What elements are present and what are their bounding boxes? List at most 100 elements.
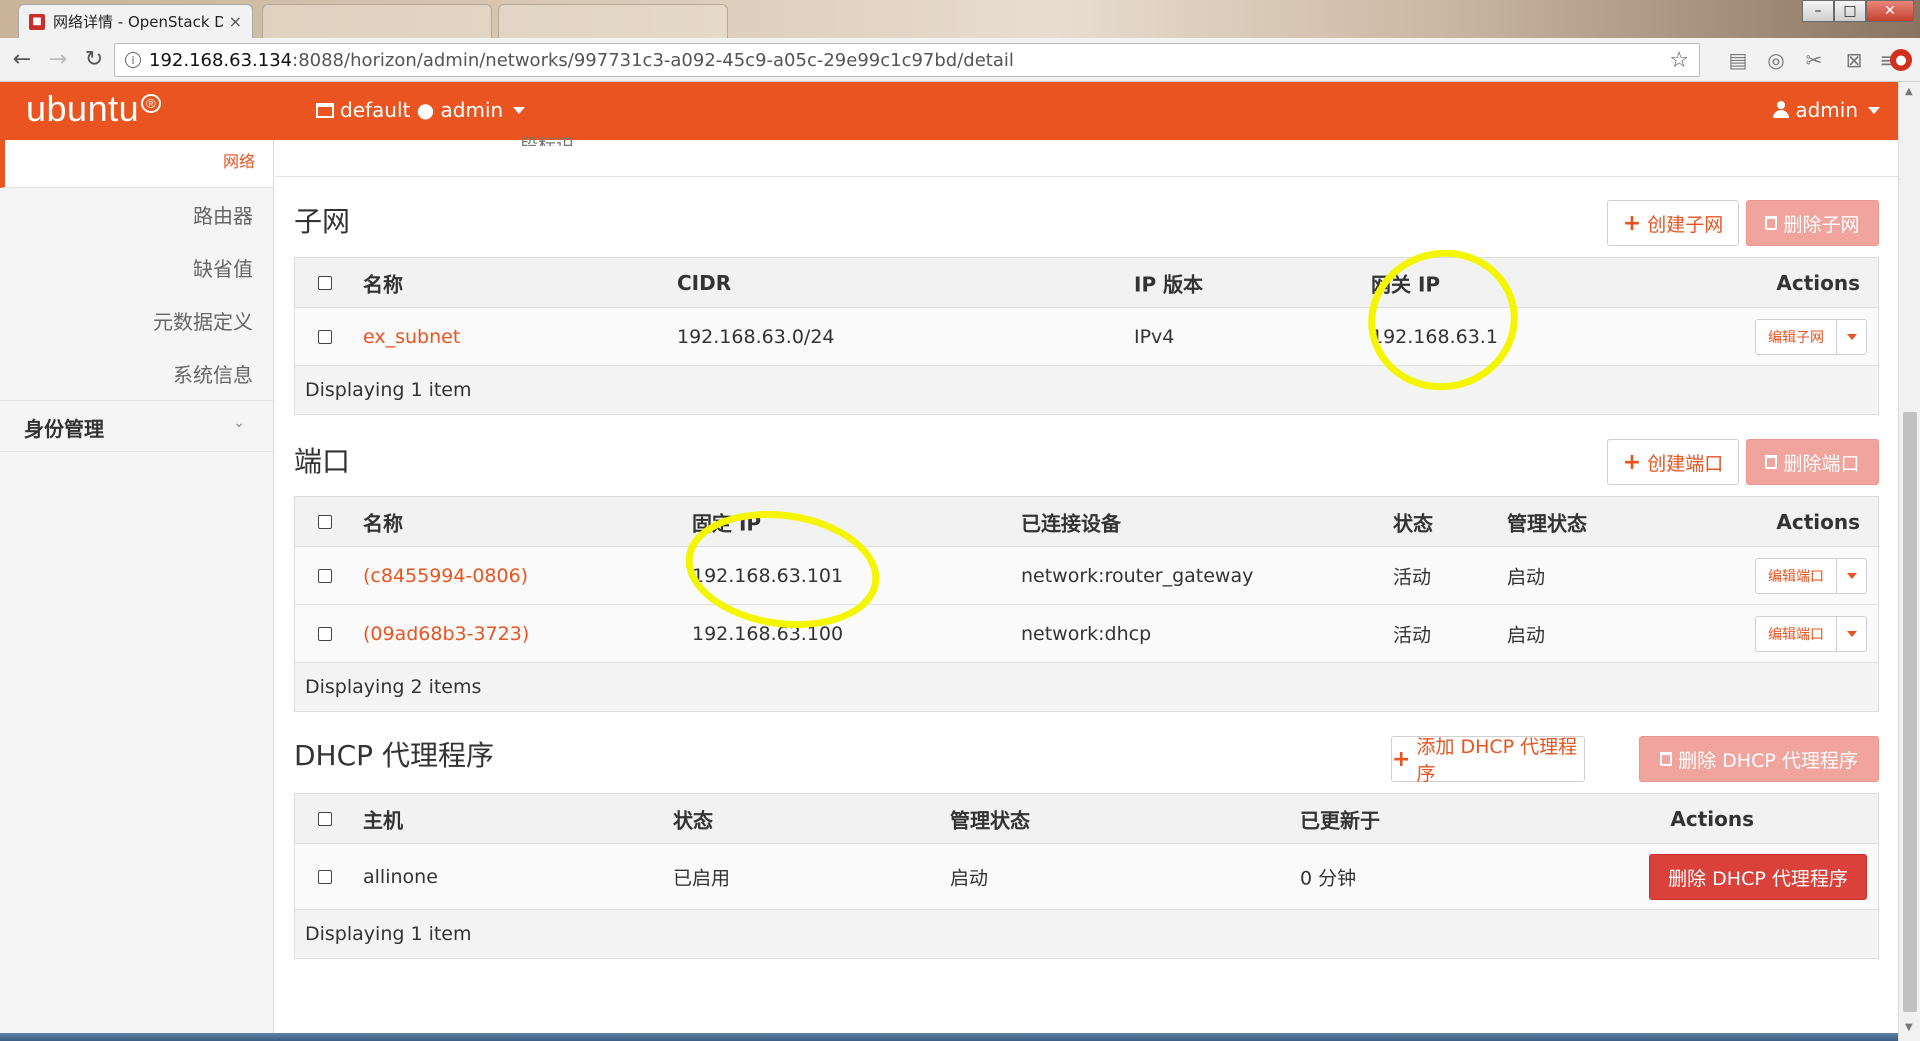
forward-icon[interactable]: →	[44, 46, 72, 74]
browser-tab-background[interactable]	[498, 4, 728, 38]
url-host: 192.168.63.134	[149, 49, 293, 71]
tools-extension-icon[interactable]: ✂	[1800, 46, 1828, 74]
column-header: Actions	[1776, 270, 1860, 295]
column-header[interactable]: 状态	[673, 804, 713, 833]
subnet-name-link[interactable]: ex_subnet	[363, 326, 460, 348]
sidebar: 网络 路由器 缺省值 元数据定义 系统信息 身份管理 ⌄	[0, 140, 274, 1041]
maximize-icon[interactable]: □	[1834, 0, 1866, 22]
subnet-cidr: 192.168.63.0/24	[677, 325, 835, 348]
pdf-extension-icon[interactable]: ▤	[1724, 46, 1752, 74]
column-header: Actions	[1776, 509, 1860, 534]
address-bar[interactable]: i 192.168.63.134:8088/horizon/admin/netw…	[114, 43, 1700, 77]
port-name-link[interactable]: (c8455994-0806)	[363, 565, 528, 587]
actions-dropdown-toggle[interactable]	[1837, 615, 1867, 652]
project-selector[interactable]: default ● admin	[316, 98, 526, 122]
browser-tab-active[interactable]: ■ 网络详情 - OpenStack Dashboard ×	[18, 4, 253, 38]
select-all-checkbox[interactable]	[318, 275, 332, 290]
column-header[interactable]: 网关 IP	[1371, 268, 1440, 297]
logo-mark: ®	[141, 94, 162, 113]
port-admin-state: 启动	[1507, 566, 1546, 588]
column-header[interactable]: IP 版本	[1134, 268, 1203, 297]
row-checkbox[interactable]	[318, 329, 332, 344]
app-header: ubuntu ® default ● admin admin	[0, 82, 1898, 140]
main-content: 段标识 - 子网 +创建子网 删除子网 名称 CIDR IP 版本 网关 IP …	[275, 136, 1898, 1041]
row-checkbox[interactable]	[318, 626, 332, 641]
delete-subnet-button[interactable]: 删除子网	[1746, 200, 1879, 246]
browser-tab-strip: ■ 网络详情 - OpenStack Dashboard × – □ ✕	[0, 0, 1920, 38]
column-header[interactable]: 已连接设备	[1021, 507, 1121, 536]
sidebar-item-system-info[interactable]: 系统信息	[173, 359, 253, 388]
sidebar-item-network[interactable]: 网络	[0, 140, 273, 188]
create-port-button[interactable]: + 创建端口	[1607, 439, 1739, 485]
edit-port-button[interactable]: 编辑端口	[1755, 557, 1837, 594]
headset-extension-icon[interactable]: ◎	[1762, 46, 1790, 74]
screenshot-extension-icon[interactable]: ⊠	[1840, 46, 1868, 74]
browser-tab-background[interactable]	[262, 4, 492, 38]
sidebar-section-label: 身份管理	[24, 417, 104, 441]
select-all-checkbox[interactable]	[318, 514, 332, 529]
divider	[275, 176, 1898, 177]
table-count: Displaying 1 item	[305, 923, 472, 945]
ports-title: 端口	[294, 445, 351, 478]
back-icon[interactable]: ←	[8, 46, 36, 74]
row-checkbox[interactable]	[318, 869, 332, 884]
info-icon[interactable]: i	[125, 52, 141, 68]
port-name-link[interactable]: (09ad68b3-3723)	[363, 623, 529, 645]
window-close-icon[interactable]: ✕	[1866, 0, 1914, 22]
scroll-up-icon[interactable]: ▲	[1905, 86, 1913, 97]
create-port-label: 创建端口	[1647, 452, 1724, 475]
segment-id-label: 段标识 -	[520, 132, 586, 146]
table-row: ex_subnet 192.168.63.0/24 IPv4 192.168.6…	[295, 308, 1878, 366]
row-checkbox[interactable]	[318, 568, 332, 583]
delete-dhcp-agent-button[interactable]: 删除 DHCP 代理程序	[1649, 854, 1867, 900]
column-header[interactable]: 名称	[363, 507, 403, 536]
chevron-down-icon: ⌄	[233, 415, 245, 431]
page-scrollbar[interactable]: ▲ ▼	[1898, 82, 1920, 1041]
port-status: 活动	[1393, 566, 1432, 588]
project-label: default ● admin	[340, 98, 504, 122]
sidebar-section-identity[interactable]: 身份管理 ⌄	[0, 400, 273, 452]
column-header[interactable]: CIDR	[677, 271, 731, 295]
column-header[interactable]: 状态	[1393, 507, 1433, 536]
column-header[interactable]: 固定 IP	[692, 507, 761, 536]
edit-port-button[interactable]: 编辑端口	[1755, 615, 1837, 652]
column-header[interactable]: 管理状态	[1507, 507, 1587, 536]
table-footer: Displaying 1 item	[295, 366, 1878, 414]
column-header[interactable]: 名称	[363, 268, 403, 297]
select-all-checkbox[interactable]	[318, 811, 332, 826]
tab-close-icon[interactable]: ×	[229, 12, 242, 31]
actions-dropdown-toggle[interactable]	[1837, 318, 1867, 355]
create-subnet-button[interactable]: + 创建子网	[1607, 200, 1739, 246]
column-header[interactable]: 已更新于	[1300, 804, 1380, 833]
actions-dropdown-toggle[interactable]	[1837, 557, 1867, 594]
ubuntu-logo[interactable]: ubuntu ®	[26, 88, 162, 130]
edit-subnet-button[interactable]: 编辑子网	[1755, 318, 1837, 355]
sidebar-item-metadata[interactable]: 元数据定义	[153, 306, 253, 335]
caret-down-icon	[1846, 572, 1857, 579]
scroll-down-icon[interactable]: ▼	[1905, 1022, 1913, 1033]
add-dhcp-agent-button[interactable]: + 添加 DHCP 代理程序	[1391, 736, 1585, 785]
caret-down-icon	[1868, 106, 1880, 114]
sidebar-item-defaults[interactable]: 缺省值	[193, 253, 253, 282]
caret-down-icon	[1846, 333, 1857, 340]
column-header[interactable]: 主机	[363, 804, 403, 833]
minimize-icon[interactable]: –	[1802, 0, 1834, 22]
user-menu[interactable]: admin	[1773, 98, 1880, 122]
table-row: (09ad68b3-3723) 192.168.63.100 network:d…	[295, 605, 1878, 663]
os-taskbar	[0, 1033, 1898, 1041]
delete-port-button[interactable]: 删除端口	[1746, 439, 1879, 485]
create-subnet-label: 创建子网	[1647, 213, 1724, 236]
scrollbar-thumb[interactable]	[1903, 412, 1917, 1012]
reload-icon[interactable]: ↻	[80, 46, 108, 74]
port-fixed-ip: 192.168.63.100	[692, 622, 844, 645]
bookmark-star-icon[interactable]: ☆	[1669, 48, 1689, 73]
add-dhcp-agent-label: 添加 DHCP 代理程序	[1416, 736, 1578, 785]
column-header[interactable]: 管理状态	[950, 804, 1030, 833]
trash-icon	[1660, 752, 1673, 766]
url-path: :8088/horizon/admin/networks/997731c3-a0…	[292, 49, 1014, 71]
record-extension-icon[interactable]: ●	[1890, 49, 1912, 71]
sidebar-item-routers[interactable]: 路由器	[193, 200, 253, 229]
delete-dhcp-agents-button[interactable]: 删除 DHCP 代理程序	[1639, 736, 1879, 782]
subnets-title: 子网	[294, 205, 351, 238]
plus-icon: +	[1622, 449, 1642, 475]
